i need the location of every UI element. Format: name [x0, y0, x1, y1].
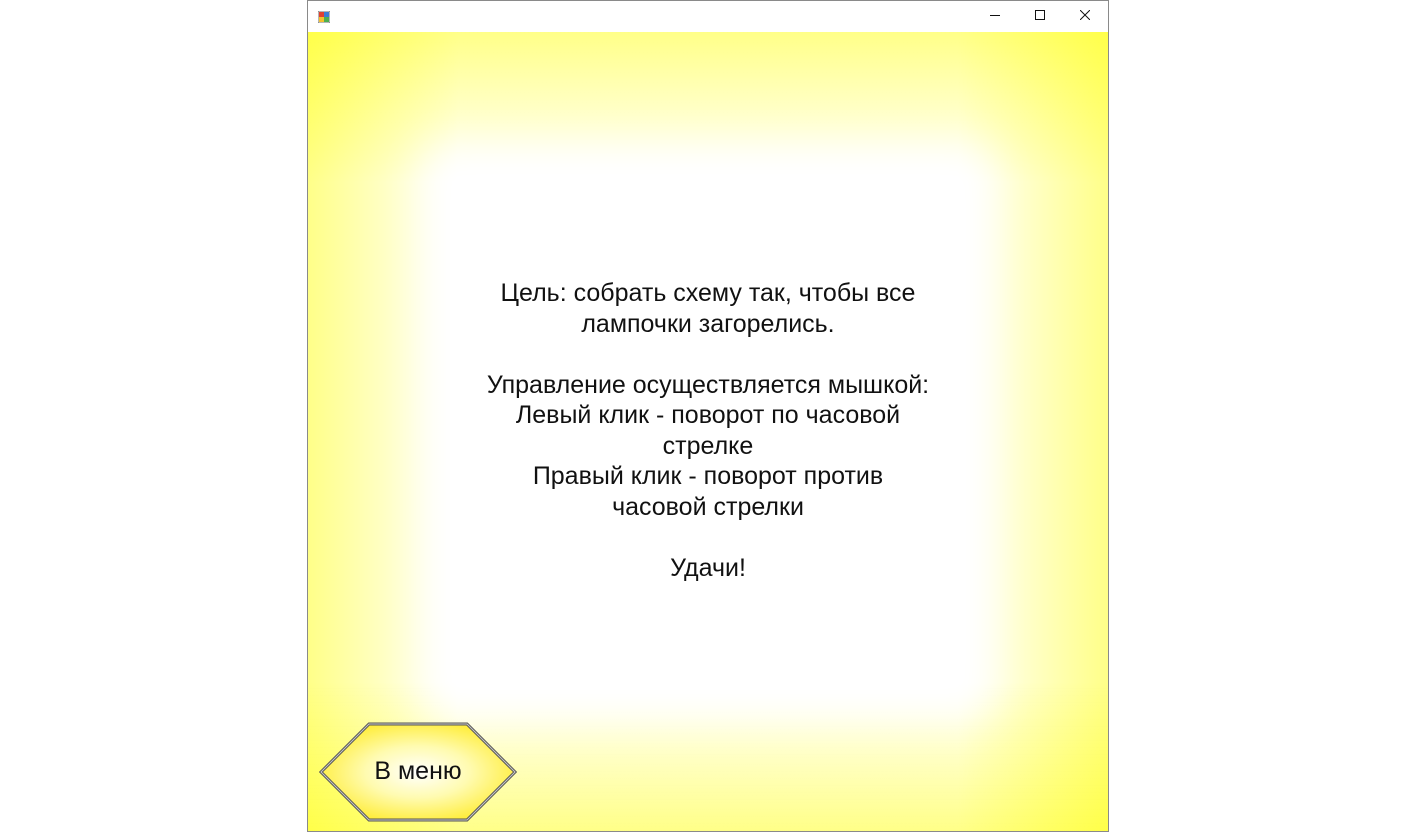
back-to-menu-button[interactable]: В меню	[319, 722, 517, 822]
left-click-line-2: стрелке	[662, 431, 754, 460]
close-button[interactable]	[1062, 1, 1108, 31]
menu-button-label: В меню	[374, 756, 462, 785]
left-click-line-1: Левый клик - поворот по часовой	[515, 401, 901, 429]
app-icon[interactable]	[317, 10, 331, 24]
maximize-button[interactable]	[1017, 1, 1063, 31]
maximize-icon	[1035, 7, 1045, 25]
controls-heading: Управление осуществляется мышкой:	[486, 370, 930, 399]
right-click-line-1: Правый клик - поворот против	[532, 462, 884, 490]
right-click-line-2: часовой стрелки	[612, 492, 804, 521]
instructions-text: Цель: собрать схему так, чтобы все лампо…	[458, 278, 958, 583]
game-window: Цель: собрать схему так, чтобы все лампо…	[307, 0, 1109, 832]
goal-line-2: лампочки загорелись.	[581, 309, 835, 338]
good-luck-text: Удачи!	[670, 553, 746, 582]
minimize-icon	[990, 7, 1000, 25]
client-area: Цель: собрать схему так, чтобы все лампо…	[308, 32, 1108, 831]
title-bar[interactable]	[308, 1, 1108, 32]
close-icon	[1079, 7, 1091, 25]
minimize-button[interactable]	[972, 1, 1018, 31]
goal-line-1: Цель: собрать схему так, чтобы все	[500, 279, 916, 307]
